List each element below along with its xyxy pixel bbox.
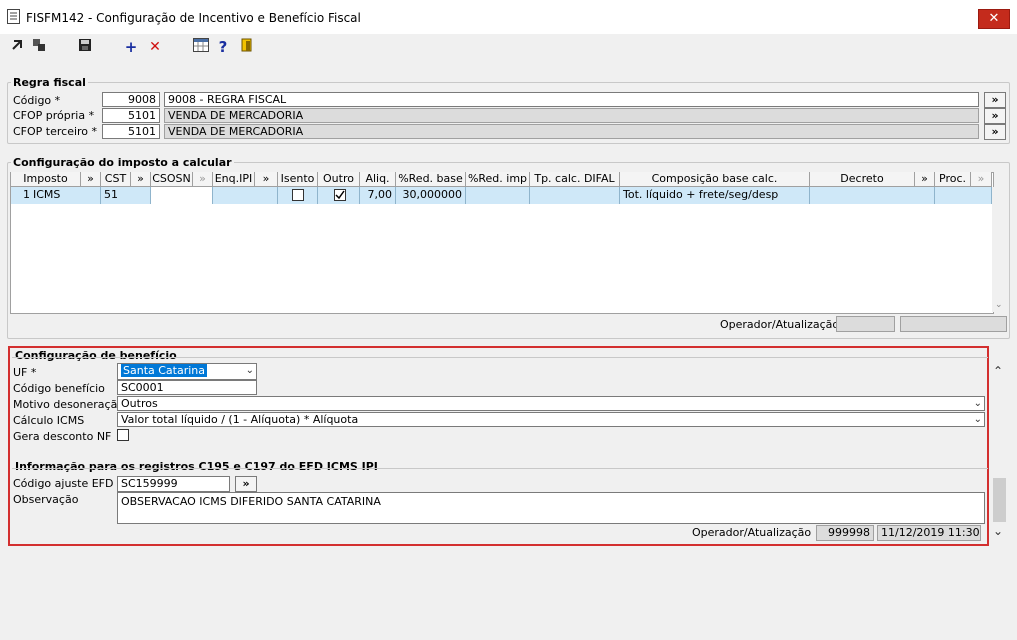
cell-imposto[interactable]: ICMS [33, 187, 101, 204]
cfop-propria-description: VENDA DE MERCADORIA [164, 108, 979, 123]
isento-checkbox[interactable] [292, 189, 304, 201]
cfop-propria-label: CFOP própria * [13, 109, 95, 122]
scroll-down-icon[interactable]: ⌄ [993, 524, 1003, 538]
codigo-lookup-button[interactable]: » [984, 92, 1006, 108]
beneficio-divider [12, 357, 988, 358]
cell-cst[interactable]: 51 [101, 187, 151, 204]
header-isento[interactable]: Isento [278, 172, 318, 187]
cell-composicao[interactable]: Tot. líquido + frete/seg/desp [620, 187, 810, 204]
header-aliq[interactable]: Aliq. [360, 172, 396, 187]
cell-enq-ipi[interactable] [213, 187, 278, 204]
efd-operador-value: 999998 [816, 525, 874, 541]
cell-proc[interactable] [935, 187, 992, 204]
header-cst[interactable]: CST [101, 172, 131, 187]
row-number: 1 [11, 187, 33, 204]
cfop-terceiro-label: CFOP terceiro * [13, 125, 98, 138]
codigo-description: 9008 - REGRA FISCAL [164, 92, 979, 107]
header-csosn-lookup[interactable]: » [193, 172, 213, 187]
cell-decreto[interactable] [810, 187, 935, 204]
codigo-input[interactable]: 9008 [102, 92, 160, 107]
efd-operador-label: Operador/Atualização [692, 526, 812, 539]
cell-tp-calc-difal[interactable] [530, 187, 620, 204]
efd-divider [12, 468, 988, 469]
regra-fiscal-legend: Regra fiscal [11, 76, 88, 89]
imposto-atualizacao-value [900, 316, 1007, 332]
imposto-operador-value [836, 316, 895, 332]
codigo-beneficio-input[interactable]: SC0001 [117, 380, 257, 395]
uf-select[interactable]: Santa Catarina ⌄ [117, 363, 257, 380]
cell-red-base[interactable]: 30,000000 [396, 187, 466, 204]
help-icon[interactable]: ? [214, 38, 232, 56]
copy-icon[interactable] [30, 38, 48, 56]
cfop-terceiro-lookup-button[interactable]: » [984, 124, 1006, 140]
header-decreto[interactable]: Decreto [810, 172, 915, 187]
chevron-down-icon: ⌄ [245, 365, 254, 376]
header-enq-ipi-lookup[interactable]: » [255, 172, 278, 187]
imposto-operador-label: Operador/Atualização [720, 318, 840, 331]
header-proc-lookup[interactable]: » [971, 172, 992, 187]
gera-desconto-checkbox[interactable] [117, 429, 129, 441]
cfop-terceiro-description: VENDA DE MERCADORIA [164, 124, 979, 139]
cell-aliq[interactable]: 7,00 [360, 187, 396, 204]
title-bar: FISFM142 - Configuração de Incentivo e B… [0, 0, 1017, 35]
header-imposto-lookup[interactable]: » [81, 172, 101, 187]
delete-icon[interactable]: ✕ [146, 38, 164, 56]
window-title: FISFM142 - Configuração de Incentivo e B… [26, 11, 361, 25]
beneficio-legend: Configuração de benefício [13, 349, 179, 362]
cell-red-imp[interactable] [466, 187, 530, 204]
header-cst-lookup[interactable]: » [131, 172, 151, 187]
add-icon[interactable]: + [122, 38, 140, 56]
header-enq-ipi[interactable]: Enq.IPI [213, 172, 255, 187]
observacao-label: Observação [13, 493, 79, 506]
header-outro[interactable]: Outro [318, 172, 360, 187]
codigo-ajuste-lookup-button[interactable]: » [235, 476, 257, 492]
cfop-terceiro-input[interactable]: 5101 [102, 124, 160, 139]
chevron-down-icon: ⌄ [973, 398, 982, 409]
cfop-propria-lookup-button[interactable]: » [984, 108, 1006, 124]
calculo-icms-value: Valor total líquido / (1 - Alíquota) * A… [121, 413, 359, 426]
observacao-textarea[interactable]: OBSERVACAO ICMS DIFERIDO SANTA CATARINA [117, 492, 985, 524]
outro-checkbox[interactable] [334, 189, 346, 201]
header-decreto-lookup[interactable]: » [915, 172, 935, 187]
header-csosn[interactable]: CSOSN [151, 172, 193, 187]
gera-desconto-label: Gera desconto NF [13, 430, 112, 443]
header-composicao[interactable]: Composição base calc. [620, 172, 810, 187]
first-icon[interactable] [8, 38, 26, 56]
calculo-icms-select[interactable]: Valor total líquido / (1 - Alíquota) * A… [117, 412, 985, 427]
codigo-ajuste-label: Código ajuste EFD [13, 477, 114, 490]
cfop-propria-input[interactable]: 5101 [102, 108, 160, 123]
calculo-icms-label: Cálculo ICMS [13, 414, 85, 427]
motivo-select[interactable]: Outros ⌄ [117, 396, 985, 411]
scroll-thumb[interactable] [993, 478, 1006, 522]
scroll-up-icon[interactable]: ⌃ [993, 364, 1003, 378]
chevron-down-icon: ⌄ [973, 414, 982, 425]
save-icon[interactable] [76, 38, 94, 56]
close-button[interactable]: ✕ [978, 9, 1010, 29]
codigo-label: Código * [13, 94, 61, 107]
efd-legend: Informação para os registros C195 e C197… [13, 460, 380, 473]
codigo-beneficio-label: Código benefício [13, 382, 105, 395]
uf-label: UF * [13, 366, 37, 379]
grid-icon[interactable] [192, 38, 210, 56]
header-proc[interactable]: Proc. [935, 172, 971, 187]
motivo-value: Outros [121, 397, 158, 410]
efd-atualizacao-value: 11/12/2019 11:30:44 [877, 525, 981, 541]
document-icon [7, 9, 20, 24]
header-tp-calc-difal[interactable]: Tp. calc. DIFAL [530, 172, 620, 187]
grid-scrollbar[interactable] [992, 187, 1007, 312]
imposto-legend: Configuração do imposto a calcular [11, 156, 234, 169]
header-imposto[interactable]: Imposto [11, 172, 81, 187]
exit-icon[interactable] [238, 38, 256, 56]
uf-selected-value: Santa Catarina [121, 364, 208, 377]
scroll-down-icon[interactable]: ⌄ [995, 300, 1003, 310]
cell-csosn[interactable] [151, 187, 213, 204]
header-red-imp[interactable]: %Red. imp [466, 172, 530, 187]
motivo-label: Motivo desoneração [13, 398, 125, 411]
header-red-base[interactable]: %Red. base [396, 172, 466, 187]
codigo-ajuste-input[interactable]: SC159999 [117, 476, 230, 492]
